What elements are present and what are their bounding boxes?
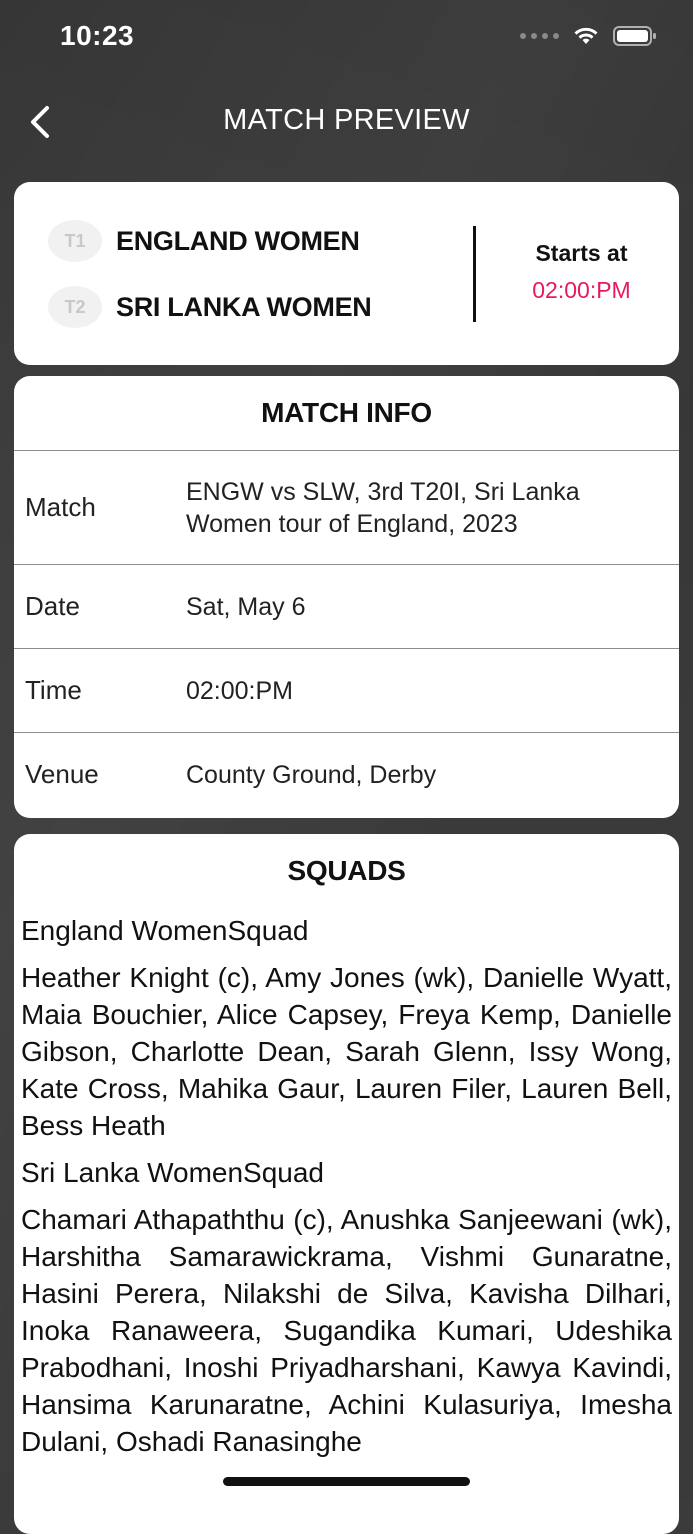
match-info-table: Match ENGW vs SLW, 3rd T20I, Sri Lanka W… xyxy=(14,450,679,816)
signal-icon xyxy=(520,33,559,39)
team-logo: T1 xyxy=(48,220,102,262)
match-info-card: MATCH INFO Match ENGW vs SLW, 3rd T20I, … xyxy=(14,376,679,818)
starts-at-label: Starts at xyxy=(535,240,628,266)
start-time-block: Starts at 02:00:PM xyxy=(484,240,679,304)
starts-at-time: 02:00:PM xyxy=(532,277,631,303)
squad-team-name: England WomenSquad xyxy=(21,915,309,946)
wifi-icon xyxy=(574,27,598,44)
home-indicator[interactable] xyxy=(223,1477,470,1486)
section-title: SQUADS xyxy=(287,855,406,886)
info-row-venue: Venue County Ground, Derby xyxy=(14,733,679,816)
status-icons xyxy=(520,26,657,46)
info-key: Date xyxy=(25,591,80,621)
squad-player-list: Chamari Athapaththu (c), Anushka Sanjeew… xyxy=(21,1204,672,1457)
info-row-time: Time 02:00:PM xyxy=(14,649,679,733)
section-title: MATCH INFO xyxy=(261,397,432,428)
status-time: 10:23 xyxy=(60,20,135,51)
info-key: Venue xyxy=(25,759,99,789)
team-name: SRI LANKA WOMEN xyxy=(116,291,372,322)
squads-body: England WomenSquad Heather Knight (c), A… xyxy=(14,912,679,1460)
team-row-2: T2 SRI LANKA WOMEN xyxy=(48,286,372,328)
vertical-divider xyxy=(473,226,476,322)
status-bar: 10:23 xyxy=(0,0,693,80)
info-key: Match xyxy=(25,492,96,522)
info-value: 02:00:PM xyxy=(186,676,294,705)
team-row-1: T1 ENGLAND WOMEN xyxy=(48,220,360,262)
squad-team-name: Sri Lanka WomenSquad xyxy=(21,1157,324,1188)
squads-card: SQUADS England WomenSquad Heather Knight… xyxy=(14,834,679,1534)
info-value: County Ground, Derby xyxy=(186,760,437,789)
info-value: Sat, May 6 xyxy=(186,592,306,621)
battery-icon xyxy=(613,26,656,46)
squad-player-list: Heather Knight (c), Amy Jones (wk), Dani… xyxy=(21,962,672,1141)
match-teams-card: T1 ENGLAND WOMEN T2 SRI LANKA WOMEN Star… xyxy=(14,182,679,365)
info-key: Time xyxy=(25,675,82,705)
info-value: ENGW vs SLW, 3rd T20I, Sri Lanka Women t… xyxy=(186,477,580,538)
page-title: MATCH PREVIEW xyxy=(223,104,470,136)
info-row-date: Date Sat, May 6 xyxy=(14,565,679,649)
team-name: ENGLAND WOMEN xyxy=(116,225,360,256)
app-header: MATCH PREVIEW xyxy=(0,92,693,152)
team-logo: T2 xyxy=(48,286,102,328)
info-row-match: Match ENGW vs SLW, 3rd T20I, Sri Lanka W… xyxy=(14,451,679,565)
